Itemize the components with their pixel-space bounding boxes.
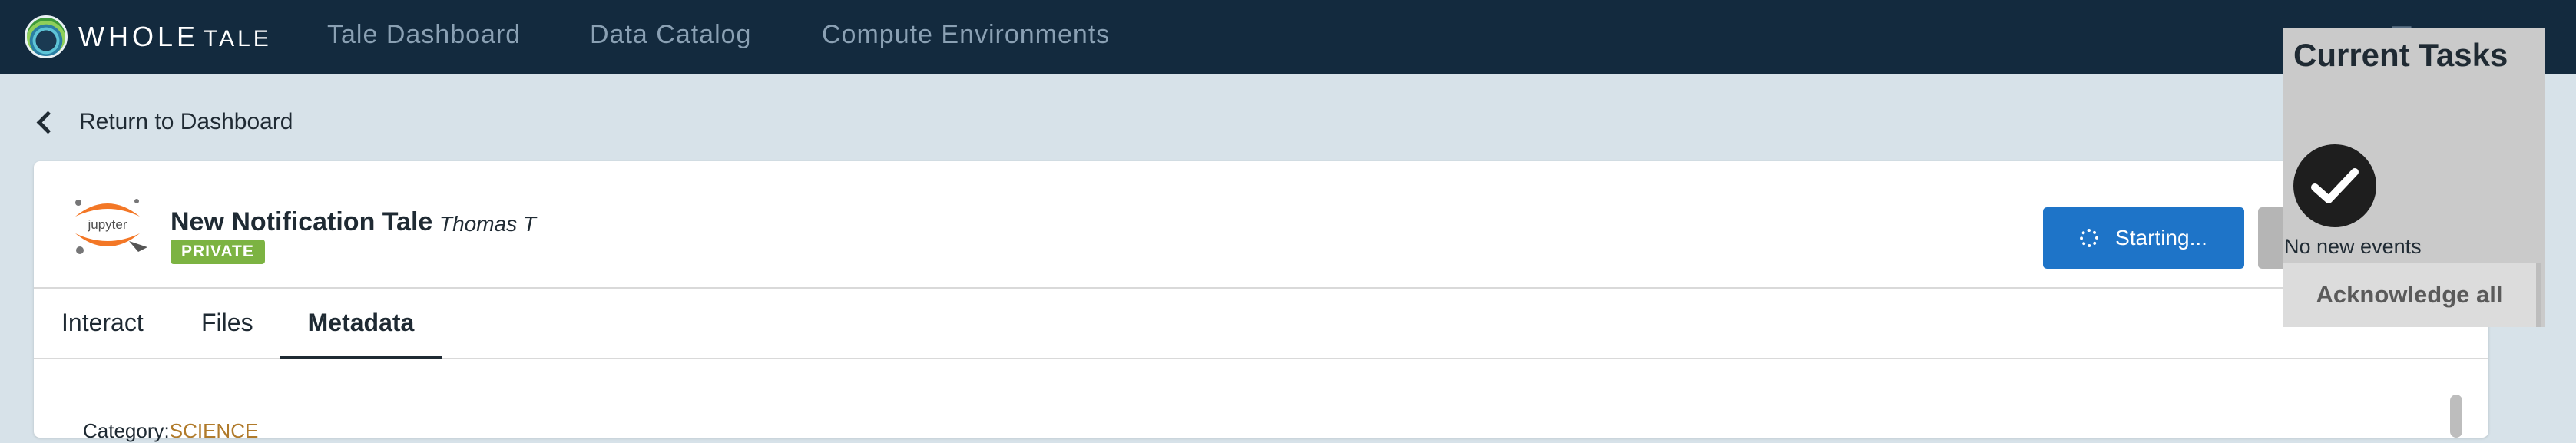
no-events-message: No new events [2284, 235, 2422, 258]
logo-word-tale: TALE [204, 26, 272, 51]
return-link-label: Return to Dashboard [79, 109, 293, 134]
tale-card: jupyter New Notification Tale Thomas T P… [34, 161, 2488, 442]
jupyter-icon-text: jupyter [87, 217, 127, 232]
starting-button[interactable]: Starting... [2043, 207, 2244, 269]
tale-tabs: Interact Files Metadata [34, 287, 2488, 359]
category-label: Category: [83, 419, 170, 442]
jupyter-icon: jupyter [75, 199, 147, 254]
acknowledge-all-button[interactable]: Acknowledge all [2283, 263, 2541, 327]
starting-button-label: Starting... [2115, 226, 2207, 250]
tale-title: New Notification Tale [171, 207, 433, 236]
top-navbar: WHOLE TALE Tale Dashboard Data Catalog Co… [0, 0, 2576, 74]
current-tasks-panel: Current Tasks No new events Acknowledge … [2283, 28, 2545, 327]
tab-files[interactable]: Files [201, 289, 263, 356]
category-value: SCIENCE [169, 419, 259, 442]
tasks-panel-title: Current Tasks [2293, 37, 2508, 73]
tab-interact[interactable]: Interact [61, 289, 144, 356]
private-badge: PRIVATE [171, 240, 265, 264]
spinner-icon [2080, 229, 2099, 247]
tab-metadata[interactable]: Metadata [280, 289, 442, 359]
check-circle-icon [2293, 144, 2376, 227]
nav-tale-dashboard[interactable]: Tale Dashboard [327, 20, 521, 50]
checkmark-icon [2311, 168, 2359, 203]
nav-compute-environments[interactable]: Compute Environments [822, 20, 1110, 50]
tale-author: Thomas T [439, 212, 537, 236]
logo-globe-icon [25, 15, 68, 58]
logo-text: WHOLE TALE [78, 21, 272, 53]
logo-word-whole: WHOLE [78, 21, 200, 52]
return-to-dashboard-link[interactable]: Return to Dashboard [34, 109, 293, 135]
nav-data-catalog[interactable]: Data Catalog [590, 20, 751, 50]
whole-tale-logo[interactable]: WHOLE TALE [25, 15, 272, 58]
chevron-left-icon [36, 111, 60, 134]
